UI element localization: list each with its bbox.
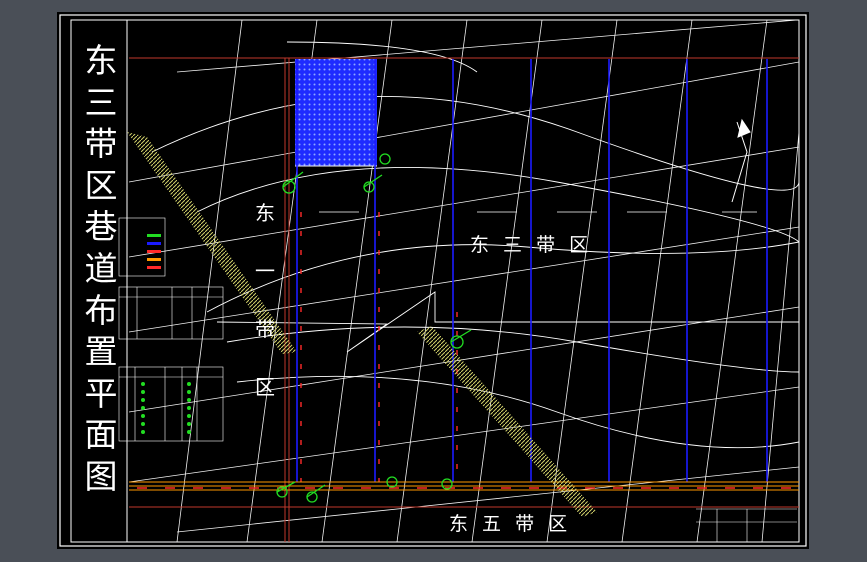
legend-color-keys	[141, 234, 191, 434]
title-char: 图	[84, 456, 118, 496]
north-arrow-icon	[731, 118, 751, 203]
coordinate-grid	[128, 19, 800, 543]
title-char: 道	[84, 248, 118, 288]
zone-label-east-three: 东 三 带 区	[470, 234, 593, 256]
zone-label-east-five: 东 五 带 区	[449, 513, 572, 535]
drawing-canvas[interactable]: 东 三 带 区 巷 道 布 置 平 面 图 东 一 带 区 东 三 带 区 东 …	[57, 12, 809, 549]
zone-char: 一	[255, 259, 275, 283]
drawing-title: 东 三 带 区 巷 道 布 置 平 面 图	[73, 40, 129, 498]
zone-label-east-one: 东 一 带 区	[255, 184, 275, 416]
zone-char: 东	[255, 201, 275, 225]
title-char: 带	[84, 124, 118, 164]
goaf-hatch-area	[295, 59, 377, 166]
fault-lines	[127, 132, 597, 517]
title-char: 平	[84, 373, 118, 413]
title-char: 巷	[84, 207, 118, 247]
title-char: 区	[84, 165, 118, 205]
title-char: 布	[84, 290, 118, 330]
title-char: 置	[84, 332, 118, 372]
inner-border	[70, 19, 800, 543]
title-char: 面	[84, 415, 118, 455]
title-char: 东	[84, 41, 118, 80]
plan-drawing	[59, 14, 807, 547]
zone-char: 区	[255, 375, 275, 399]
zone-char: 带	[255, 317, 275, 341]
outer-border	[59, 14, 807, 547]
title-char: 三	[84, 82, 118, 122]
mine-boundary	[129, 57, 799, 542]
